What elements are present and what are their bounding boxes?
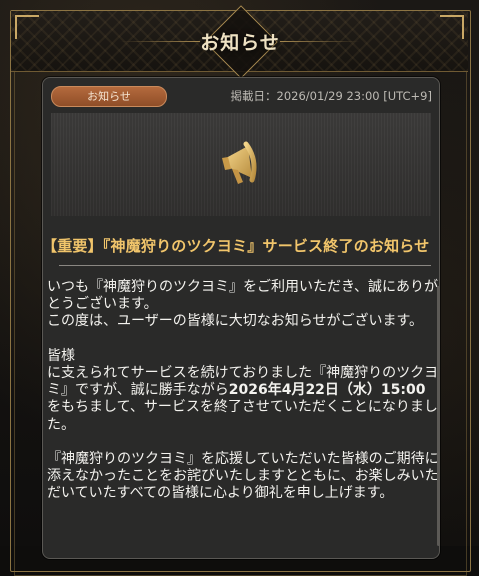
- body-paragraph: いつも『神魔狩りのツクヨミ』をご利用いただき、誠にありがとうございます。: [47, 279, 439, 313]
- notice-title: 【重要】『神魔狩りのツクヨミ』サービス終了のお知らせ: [42, 237, 430, 255]
- notice-banner: [51, 113, 431, 216]
- page-title: お知らせ: [200, 32, 280, 54]
- published-label: 掲載日：: [230, 89, 277, 103]
- published-date: 掲載日：2026/01/29 23:00 [UTC+9]: [222, 88, 432, 104]
- body-heading: 皆様: [47, 347, 75, 364]
- timezone: [UTC+9]: [383, 89, 432, 103]
- corner-ornament: [15, 15, 39, 39]
- scrollbar[interactable]: [437, 286, 440, 546]
- category-badge: お知らせ: [51, 86, 167, 107]
- megaphone-icon: [222, 141, 257, 184]
- body-paragraph: この度は、ユーザーの皆様に大切なお知らせがございます。: [47, 313, 424, 330]
- published-datetime: 2026/01/29 23:00: [276, 89, 380, 103]
- body-paragraph: 『神魔狩りのツクヨミ』を応援していただいた皆様のご期待に添えなかったことをお詫び…: [47, 451, 439, 502]
- end-date: 2026年4月22日（水）15:00: [228, 382, 426, 399]
- corner-ornament: [440, 15, 464, 39]
- title-plaque: お知らせ: [120, 5, 360, 79]
- title-divider: [59, 265, 431, 266]
- body-paragraph: をもちまして、サービスを終了させていただくことになりました。: [47, 399, 438, 433]
- notice-body: いつも『神魔狩りのツクヨミ』をご利用いただき、誠にありがとうございます。 この度…: [47, 279, 439, 503]
